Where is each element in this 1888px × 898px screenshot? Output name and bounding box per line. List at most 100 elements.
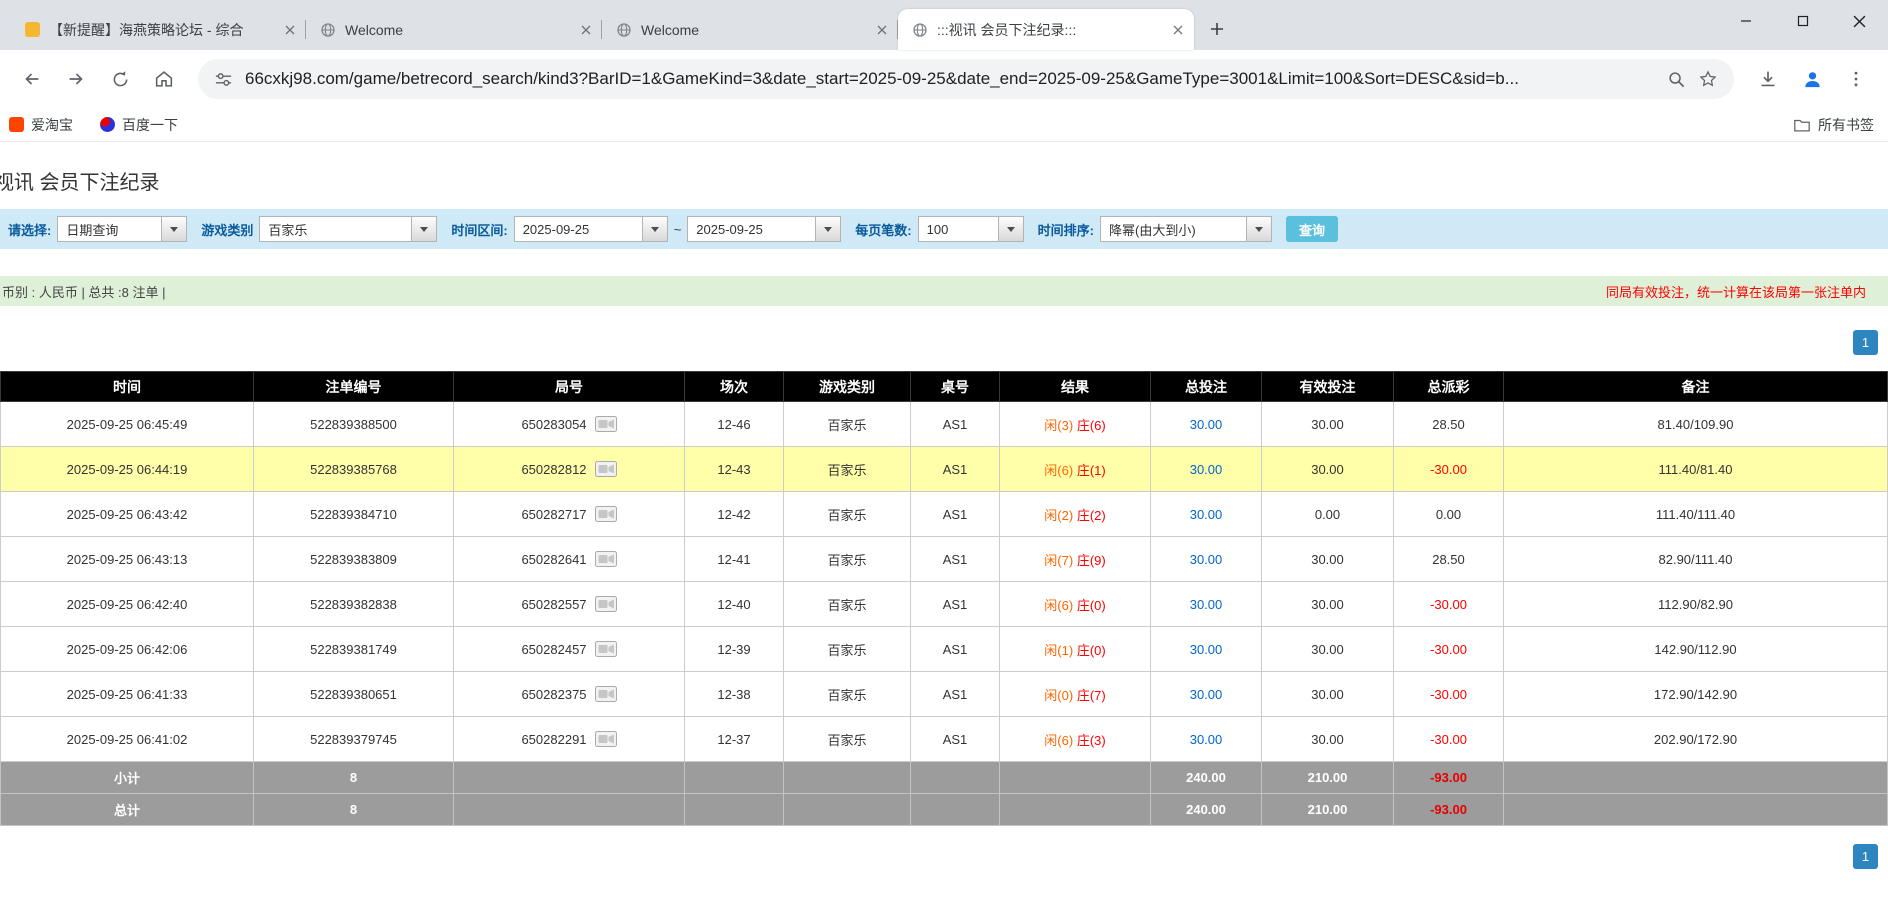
- cell-time: 2025-09-25 06:44:19: [1, 447, 254, 492]
- pagination-bottom: 1: [0, 844, 1888, 869]
- forward-button[interactable]: [56, 59, 96, 99]
- browser-tab[interactable]: Welcome: [602, 9, 898, 50]
- bookmark-item[interactable]: 百度一下: [99, 115, 178, 135]
- site-settings-icon[interactable]: [214, 70, 233, 89]
- footer-label: 总计: [1, 794, 254, 826]
- date-end-value[interactable]: 2025-09-25: [687, 216, 815, 242]
- cell-result: 闲(3) 庄(6): [1000, 402, 1151, 447]
- browser-tab[interactable]: :::视讯 会员下注纪录:::: [898, 9, 1194, 50]
- zoom-icon[interactable]: [1667, 70, 1686, 89]
- chevron-down-icon[interactable]: [411, 216, 437, 242]
- page-number-button[interactable]: 1: [1853, 330, 1878, 355]
- round-video-icon[interactable]: [595, 416, 617, 432]
- bet-record-row: 2025-09-25 06:44:19522839385768650282812…: [1, 447, 1888, 492]
- date-end-select[interactable]: 2025-09-25: [687, 216, 841, 242]
- per-page-value[interactable]: 100: [918, 216, 998, 242]
- cell-game-type: 百家乐: [784, 492, 911, 537]
- browser-tab[interactable]: Welcome: [306, 9, 602, 50]
- reload-icon: [110, 69, 131, 90]
- cell-total-bet[interactable]: 30.00: [1151, 672, 1262, 717]
- tab-close-icon[interactable]: [580, 24, 592, 36]
- cell-session: 12-46: [685, 402, 784, 447]
- tab-close-icon[interactable]: [1172, 24, 1184, 36]
- reload-button[interactable]: [100, 59, 140, 99]
- new-tab-button[interactable]: [1202, 14, 1232, 44]
- round-number: 650282812: [521, 462, 586, 477]
- bookmarks-bar: 爱淘宝 百度一下 所有书签: [0, 108, 1888, 142]
- query-type-select[interactable]: 日期查询: [57, 216, 187, 242]
- cell-valid-bet: 30.00: [1262, 582, 1394, 627]
- cell-total-bet[interactable]: 30.00: [1151, 717, 1262, 762]
- minimize-button[interactable]: [1717, 0, 1774, 42]
- cell-payout: -30.00: [1394, 582, 1504, 627]
- game-type-select[interactable]: 百家乐: [259, 216, 437, 242]
- round-video-icon[interactable]: [595, 641, 617, 657]
- chevron-down-icon[interactable]: [642, 216, 668, 242]
- round-number: 650282557: [521, 597, 586, 612]
- cell-note: 111.40/81.40: [1504, 447, 1888, 492]
- cell-total-bet[interactable]: 30.00: [1151, 492, 1262, 537]
- chevron-down-icon[interactable]: [161, 216, 187, 242]
- footer-valid-bet: 210.00: [1262, 794, 1394, 826]
- bookmark-item[interactable]: 爱淘宝: [8, 115, 73, 135]
- round-video-icon[interactable]: [595, 461, 617, 477]
- time-sort-value[interactable]: 降幂(由大到小): [1100, 216, 1246, 242]
- cell-bet-id: 522839381749: [254, 627, 454, 672]
- footer-valid-bet: 210.00: [1262, 762, 1394, 794]
- result-player: 闲(6): [1044, 463, 1073, 478]
- round-video-icon[interactable]: [595, 506, 617, 522]
- downloads-button[interactable]: [1748, 59, 1788, 99]
- bookmark-star-icon[interactable]: [1698, 69, 1718, 89]
- result-player: 闲(2): [1044, 508, 1073, 523]
- cell-game-type: 百家乐: [784, 447, 911, 492]
- tab-close-icon[interactable]: [876, 24, 888, 36]
- close-button[interactable]: [1831, 0, 1888, 42]
- cell-valid-bet: 30.00: [1262, 672, 1394, 717]
- page-number-button[interactable]: 1: [1853, 844, 1878, 869]
- result-player: 闲(6): [1044, 598, 1073, 613]
- cell-valid-bet: 30.00: [1262, 627, 1394, 672]
- cell-total-bet[interactable]: 30.00: [1151, 582, 1262, 627]
- result-banker: 庄(0): [1077, 598, 1106, 613]
- cell-total-bet[interactable]: 30.00: [1151, 447, 1262, 492]
- maximize-button[interactable]: [1774, 0, 1831, 42]
- cell-session: 12-38: [685, 672, 784, 717]
- doc-favicon: [24, 22, 40, 38]
- cell-note: 81.40/109.90: [1504, 402, 1888, 447]
- round-video-icon[interactable]: [595, 686, 617, 702]
- round-video-icon[interactable]: [595, 551, 617, 567]
- tab-close-icon[interactable]: [284, 24, 296, 36]
- search-button[interactable]: 查询: [1286, 216, 1338, 242]
- date-start-value[interactable]: 2025-09-25: [514, 216, 642, 242]
- round-video-icon[interactable]: [595, 596, 617, 612]
- home-button[interactable]: [144, 59, 184, 99]
- game-type-value[interactable]: 百家乐: [259, 216, 411, 242]
- taobao-favicon: [8, 117, 24, 133]
- column-header: 总派彩: [1394, 372, 1504, 402]
- all-bookmarks-button[interactable]: 所有书签: [1793, 115, 1874, 135]
- chevron-down-icon[interactable]: [1246, 216, 1272, 242]
- chevron-down-icon[interactable]: [998, 216, 1024, 242]
- browser-tab[interactable]: 【新提醒】海燕策略论坛 - 综合: [10, 9, 306, 50]
- date-start-select[interactable]: 2025-09-25: [514, 216, 668, 242]
- query-type-value[interactable]: 日期查询: [57, 216, 161, 242]
- back-button[interactable]: [12, 59, 52, 99]
- column-header: 时间: [1, 372, 254, 402]
- profile-button[interactable]: [1792, 59, 1832, 99]
- footer-payout: -93.00: [1394, 762, 1504, 794]
- round-video-icon[interactable]: [595, 731, 617, 747]
- cell-total-bet[interactable]: 30.00: [1151, 627, 1262, 672]
- per-page-select[interactable]: 100: [918, 216, 1024, 242]
- cell-total-bet[interactable]: 30.00: [1151, 402, 1262, 447]
- cell-round-id: 650282291: [454, 717, 685, 762]
- total-row: 总计8240.00210.00-93.00: [1, 794, 1888, 826]
- menu-button[interactable]: [1836, 59, 1876, 99]
- cell-total-bet[interactable]: 30.00: [1151, 537, 1262, 582]
- chevron-down-icon[interactable]: [815, 216, 841, 242]
- summary-right-text: 同局有效投注，统一计算在该局第一张注单内: [1606, 282, 1866, 301]
- url-text[interactable]: 66cxkj98.com/game/betrecord_search/kind3…: [245, 69, 1655, 89]
- cell-time: 2025-09-25 06:41:33: [1, 672, 254, 717]
- address-bar[interactable]: 66cxkj98.com/game/betrecord_search/kind3…: [198, 59, 1734, 99]
- browser-window: 【新提醒】海燕策略论坛 - 综合WelcomeWelcome:::视讯 会员下注…: [0, 0, 1888, 142]
- time-sort-select[interactable]: 降幂(由大到小): [1100, 216, 1272, 242]
